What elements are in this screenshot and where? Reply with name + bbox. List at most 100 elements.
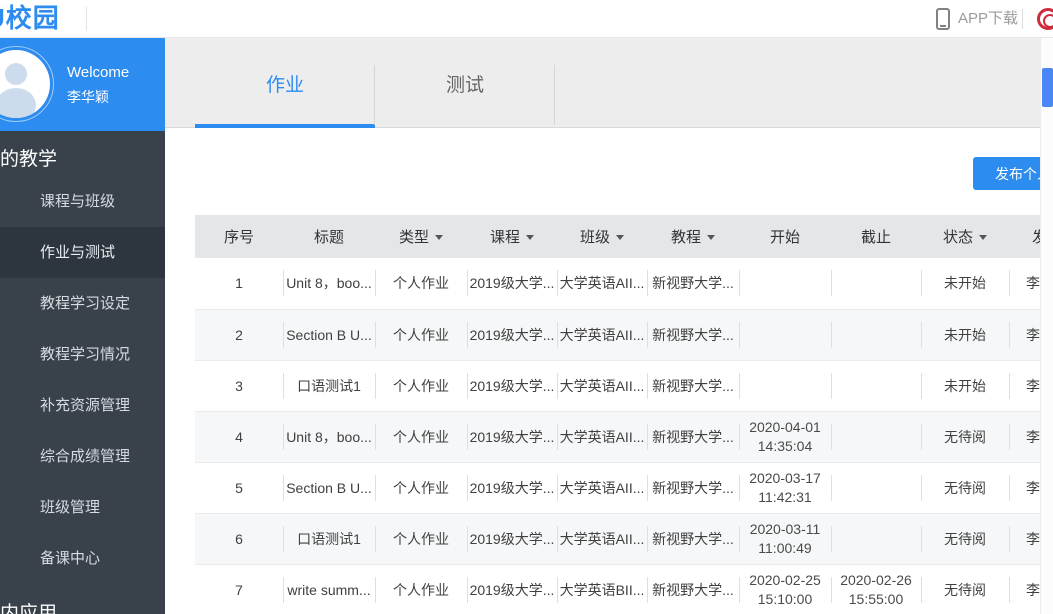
tab-homework[interactable]: 作业 (195, 38, 375, 128)
table-row[interactable]: 5 Section B U... 个人作业 2019级大学... 大学英语AII… (195, 462, 1053, 513)
col-header-course[interactable]: 课程 (467, 215, 557, 258)
col-header-class[interactable]: 班级 (557, 215, 647, 258)
tab-test[interactable]: 测试 (375, 38, 555, 128)
cell-tutorial: 新视野大学... (647, 411, 739, 462)
cell-type: 个人作业 (375, 462, 467, 513)
cell-course: 2019级大学... (467, 462, 557, 513)
cell-type: 个人作业 (375, 360, 467, 411)
table-row[interactable]: 4 Unit 8，boo... 个人作业 2019级大学... 大学英语AII.… (195, 411, 1053, 462)
cell-type: 个人作业 (375, 309, 467, 360)
cell-class: 大学英语AII... (557, 258, 647, 309)
cell-title: 口语测试1 (283, 513, 375, 564)
filter-caret-icon (979, 235, 987, 240)
cell-status: 无待阅 (921, 462, 1009, 513)
col-header-type[interactable]: 类型 (375, 215, 467, 258)
sidebar-item-grade-management[interactable]: 综合成绩管理 (0, 431, 165, 482)
app-download-link[interactable]: APP下载 (958, 0, 1018, 37)
cell-tutorial: 新视野大学... (647, 564, 739, 614)
user-name: 李华颖 (67, 87, 109, 107)
cell-type: 个人作业 (375, 564, 467, 614)
col-header-status[interactable]: 状态 (921, 215, 1009, 258)
cell-start (739, 360, 831, 411)
cell-title: 口语测试1 (283, 360, 375, 411)
cell-tutorial: 新视野大学... (647, 309, 739, 360)
cell-title: Unit 8，boo... (283, 411, 375, 462)
cell-class: 大学英语AII... (557, 360, 647, 411)
cell-status: 无待阅 (921, 513, 1009, 564)
cell-index: 4 (195, 411, 283, 462)
sidebar-item-courses-classes[interactable]: 课程与班级 (0, 176, 165, 227)
cell-type: 个人作业 (375, 258, 467, 309)
col-header-start: 开始 (739, 215, 831, 258)
table-row[interactable]: 1 Unit 8，boo... 个人作业 2019级大学... 大学英语AII.… (195, 258, 1053, 309)
sidebar-section-teaching: 的教学 (0, 144, 57, 171)
cell-course: 2019级大学... (467, 564, 557, 614)
tab-strip: 作业 测试 (165, 38, 1053, 128)
cell-course: 2019级大学... (467, 360, 557, 411)
col-header-index: 序号 (195, 215, 283, 258)
cell-start: 2020-02-2515:10:00 (739, 564, 831, 614)
cell-start (739, 258, 831, 309)
cell-start: 2020-03-1111:00:49 (739, 513, 831, 564)
cell-title: write summ... (283, 564, 375, 614)
cell-status: 无待阅 (921, 564, 1009, 614)
assignments-table: 序号 标题 类型 课程 班级 教程 开始 截止 状态 发布 1 Unit 8，b… (195, 215, 1053, 614)
cell-deadline: 2020-02-2615:55:00 (831, 564, 921, 614)
table-row[interactable]: 3 口语测试1 个人作业 2019级大学... 大学英语AII... 新视野大学… (195, 360, 1053, 411)
filter-caret-icon (435, 235, 443, 240)
cell-index: 5 (195, 462, 283, 513)
cell-title: Section B U... (283, 462, 375, 513)
cell-start: 2020-04-0114:35:04 (739, 411, 831, 462)
cell-tutorial: 新视野大学... (647, 462, 739, 513)
cell-deadline (831, 309, 921, 360)
cell-deadline (831, 360, 921, 411)
cell-tutorial: 新视野大学... (647, 258, 739, 309)
sidebar-item-lesson-prep-center[interactable]: 备课中心 (0, 533, 165, 584)
scrollbar-thumb[interactable] (1042, 68, 1053, 107)
cell-course: 2019级大学... (467, 513, 557, 564)
sidebar: 的教学 课程与班级 作业与测试 教程学习设定 教程学习情况 补充资源管理 综合成… (0, 131, 165, 614)
cell-deadline (831, 462, 921, 513)
filter-caret-icon (707, 235, 715, 240)
table-row[interactable]: 6 口语测试1 个人作业 2019级大学... 大学英语AII... 新视野大学… (195, 513, 1053, 564)
cell-index: 3 (195, 360, 283, 411)
sidebar-item-homework-tests[interactable]: 作业与测试 (0, 227, 165, 278)
cell-title: Unit 8，boo... (283, 258, 375, 309)
col-header-deadline: 截止 (831, 215, 921, 258)
col-header-title: 标题 (283, 215, 375, 258)
cell-course: 2019级大学... (467, 411, 557, 462)
col-header-tutorial[interactable]: 教程 (647, 215, 739, 258)
cell-tutorial: 新视野大学... (647, 360, 739, 411)
cell-deadline (831, 258, 921, 309)
cell-index: 7 (195, 564, 283, 614)
cell-class: 大学英语AII... (557, 513, 647, 564)
logo-divider (86, 7, 87, 31)
table-row[interactable]: 2 Section B U... 个人作业 2019级大学... 大学英语AII… (195, 309, 1053, 360)
sidebar-item-tutorial-settings[interactable]: 教程学习设定 (0, 278, 165, 329)
sidebar-item-supplementary-resources[interactable]: 补充资源管理 (0, 380, 165, 431)
sidebar-item-tutorial-progress[interactable]: 教程学习情况 (0, 329, 165, 380)
cell-class: 大学英语AII... (557, 309, 647, 360)
vertical-scrollbar[interactable] (1040, 38, 1053, 614)
cell-tutorial: 新视野大学... (647, 513, 739, 564)
cell-status: 无待阅 (921, 411, 1009, 462)
table-row[interactable]: 7 write summ... 个人作业 2019级大学... 大学英语BII.… (195, 564, 1053, 614)
sidebar-item-class-management[interactable]: 班级管理 (0, 482, 165, 533)
top-bar: U校园 APP下载 (0, 0, 1053, 38)
sidebar-list: 课程与班级 作业与测试 教程学习设定 教程学习情况 补充资源管理 综合成绩管理 … (0, 176, 165, 584)
cell-status: 未开始 (921, 258, 1009, 309)
cell-start: 2020-03-1711:42:31 (739, 462, 831, 513)
app-logo[interactable]: U校园 (0, 0, 60, 37)
sidebar-section-apps: 内应用 (0, 598, 57, 614)
cell-type: 个人作业 (375, 411, 467, 462)
avatar-body (0, 88, 36, 118)
cell-course: 2019级大学... (467, 258, 557, 309)
filter-caret-icon (526, 235, 534, 240)
customer-service-icon[interactable] (1037, 8, 1053, 30)
topbar-divider (1022, 9, 1023, 29)
cell-class: 大学英语BII... (557, 564, 647, 614)
cell-status: 未开始 (921, 309, 1009, 360)
cell-class: 大学英语AII... (557, 411, 647, 462)
cell-type: 个人作业 (375, 513, 467, 564)
cell-start (739, 309, 831, 360)
